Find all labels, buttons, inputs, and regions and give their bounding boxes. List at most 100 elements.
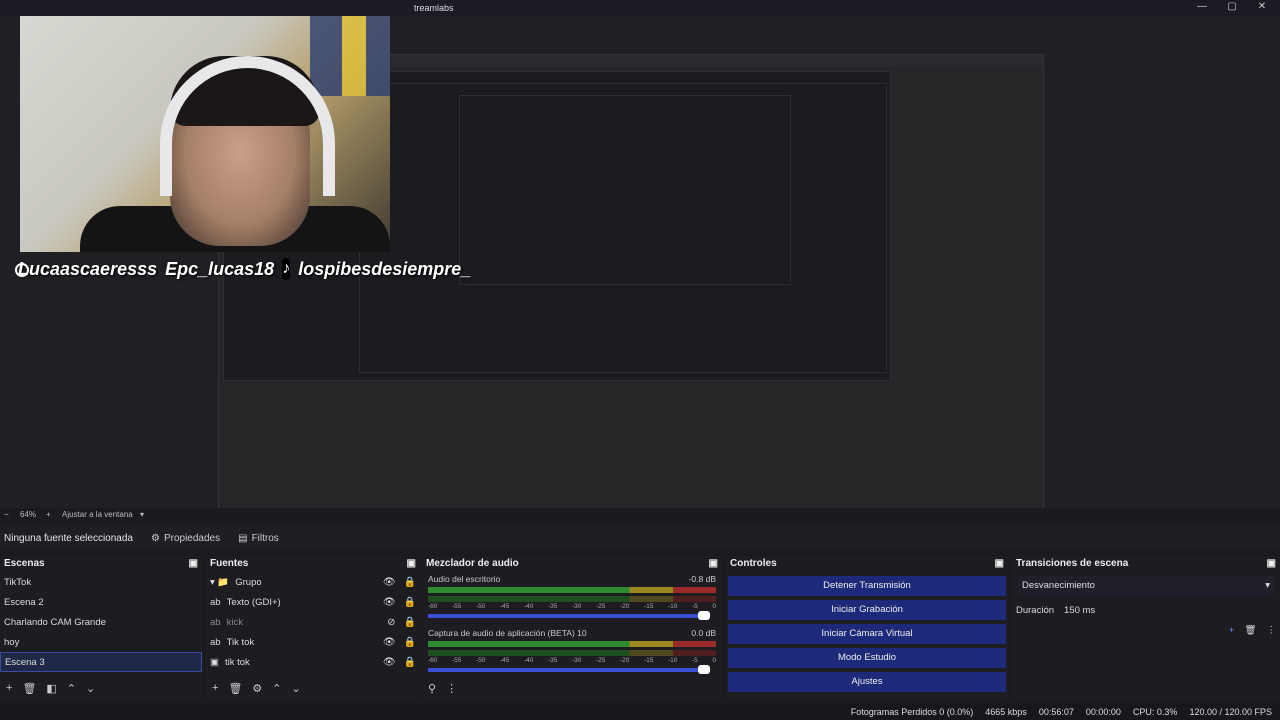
more-icon[interactable]: ⋮ bbox=[1267, 625, 1277, 636]
channel-name: Captura de audio de aplicación (BETA) 10 bbox=[428, 628, 587, 638]
scale-tick: 0 bbox=[712, 603, 716, 610]
minimize-button[interactable]: — bbox=[1186, 0, 1218, 14]
source-label: Tik tok bbox=[226, 636, 255, 648]
more-icon[interactable]: ⋮ bbox=[446, 682, 457, 696]
trash-icon[interactable]: 🗑 bbox=[228, 682, 242, 696]
fit-window-button[interactable]: Ajustar a la ventana bbox=[62, 510, 133, 519]
source-item[interactable]: ab Texto (GDI+) 👁 🔒 bbox=[206, 592, 420, 612]
source-item[interactable]: ▾ 📁 Grupo 👁 🔒 bbox=[206, 572, 420, 592]
add-icon[interactable]: + bbox=[212, 682, 218, 696]
social-overlay: Lucaascaeresss Epc_lucas18 ♪ lospibesdes… bbox=[0, 252, 471, 286]
settings-button[interactable]: Ajustes bbox=[728, 672, 1006, 692]
sources-dock: Fuentes ▣ ▾ 📁 Grupo 👁 🔒 ab Texto (GDI+) 👁 🔒 ab k… bbox=[206, 556, 420, 700]
link-icon[interactable]: ⚲ bbox=[428, 682, 436, 696]
controls-dock: Controles ▣ Detener Transmisión Iniciar G… bbox=[726, 556, 1008, 700]
eye-icon[interactable]: 👁 bbox=[383, 657, 396, 668]
volume-slider[interactable] bbox=[428, 611, 710, 620]
eye-icon[interactable]: 👁 bbox=[383, 597, 396, 608]
chevron-up-icon[interactable]: ⌃ bbox=[67, 682, 76, 696]
trash-icon[interactable]: 🗑 bbox=[22, 682, 36, 696]
add-icon[interactable]: + bbox=[6, 682, 12, 696]
scene-item-selected[interactable]: Escena 3 bbox=[0, 652, 202, 672]
window-title: treamlabs bbox=[414, 3, 454, 13]
volume-meter bbox=[428, 596, 716, 602]
eye-hidden-icon[interactable]: ⊘ bbox=[387, 617, 395, 628]
image-icon: ▣ bbox=[210, 656, 219, 668]
scene-item[interactable]: TikTok bbox=[0, 572, 202, 592]
scale-tick: -35 bbox=[548, 657, 558, 664]
source-item[interactable]: ab Tik tok 👁 🔒 bbox=[206, 632, 420, 652]
webcam-feed bbox=[20, 16, 390, 252]
dock-menu-icon[interactable]: ▣ bbox=[1267, 558, 1276, 570]
scale-tick: -55 bbox=[452, 657, 462, 664]
selected-source-label: Ninguna fuente seleccionada bbox=[4, 532, 133, 544]
text-icon: ab bbox=[210, 636, 221, 648]
dock-menu-icon[interactable]: ▣ bbox=[407, 558, 416, 570]
chevron-up-icon[interactable]: ⌃ bbox=[272, 682, 281, 696]
lock-icon[interactable]: 🔒 bbox=[404, 577, 416, 588]
lock-icon[interactable]: 🔒 bbox=[404, 637, 416, 648]
chevron-down-icon[interactable]: ⌄ bbox=[292, 682, 301, 696]
scale-tick: -35 bbox=[548, 603, 558, 610]
scale-tick: -50 bbox=[476, 603, 486, 610]
channel-name: Audio del escritorio bbox=[428, 574, 501, 584]
scale-tick: -40 bbox=[524, 603, 534, 610]
lock-icon[interactable]: 🔒 bbox=[404, 657, 416, 668]
scene-item[interactable]: Charlando CAM Grande bbox=[0, 612, 202, 632]
scale-tick: -20 bbox=[620, 603, 630, 610]
tiktok-icon: ♪ bbox=[282, 258, 291, 280]
close-button[interactable]: ✕ bbox=[1246, 0, 1278, 14]
eye-icon[interactable]: 👁 bbox=[383, 577, 396, 588]
properties-button[interactable]: ⚙ Propiedades bbox=[151, 533, 220, 544]
lock-icon[interactable]: 🔒 bbox=[404, 617, 416, 628]
volume-slider[interactable] bbox=[428, 665, 710, 674]
flag bbox=[310, 16, 390, 96]
controls-header: Controles ▣ bbox=[726, 556, 1008, 572]
meter-scale: -60 -55 -50 -45 -40 -35 -30 -25 -20 -15 -10 -5 0 bbox=[428, 603, 716, 610]
add-icon[interactable]: + bbox=[1229, 625, 1235, 636]
dock-menu-icon[interactable]: ▣ bbox=[709, 558, 718, 570]
chevron-down-icon[interactable]: ▾ bbox=[140, 510, 144, 519]
scene-item[interactable]: Escena 2 bbox=[0, 592, 202, 612]
status-bar: Fotogramas Perdidos 0 (0.0%) 4665 kbps 0… bbox=[0, 704, 1280, 720]
source-item[interactable]: ab kick ⊘ 🔒 bbox=[206, 612, 420, 632]
eye-icon[interactable]: 👁 bbox=[383, 637, 396, 648]
dock-menu-icon[interactable]: ▣ bbox=[995, 558, 1004, 570]
source-item[interactable]: ▣ tik tok 👁 🔒 bbox=[206, 652, 420, 672]
scale-tick: -15 bbox=[644, 657, 654, 664]
zoom-value: 64% bbox=[20, 510, 37, 519]
recording-time: 00:00:00 bbox=[1085, 707, 1121, 717]
stream-time: 00:56:07 bbox=[1038, 707, 1074, 717]
properties-bar: Ninguna fuente seleccionada ⚙ Propiedades… bbox=[0, 526, 1280, 550]
scale-tick: -5 bbox=[692, 657, 698, 664]
meter-scale: -60 -55 -50 -45 -40 -35 -30 -25 -20 -15 -10 -5 0 bbox=[428, 657, 716, 664]
filters-button[interactable]: ▤ Filtros bbox=[238, 533, 279, 544]
transitions-header: Transiciones de escena ▣ bbox=[1012, 556, 1280, 572]
start-recording-button[interactable]: Iniciar Grabación bbox=[728, 600, 1006, 620]
zoom-out-button[interactable]: − bbox=[4, 510, 9, 519]
filter-icon[interactable]: ◧ bbox=[46, 682, 56, 696]
maximize-button[interactable]: ▢ bbox=[1216, 0, 1248, 14]
studio-mode-button[interactable]: Modo Estudio bbox=[728, 648, 1006, 668]
dropped-frames: Fotogramas Perdidos 0 (0.0%) bbox=[850, 707, 974, 717]
trash-icon[interactable]: 🗑 bbox=[1244, 625, 1256, 636]
gear-icon[interactable]: ⚙ bbox=[252, 682, 262, 696]
scale-tick: -45 bbox=[500, 603, 510, 610]
filter-icon: ▤ bbox=[238, 532, 248, 544]
dock-menu-icon[interactable]: ▣ bbox=[189, 558, 198, 570]
mixer-title: Mezclador de audio bbox=[426, 558, 519, 569]
mixer-toolbar: ⚲ ⋮ bbox=[422, 678, 722, 700]
chevron-down-icon[interactable]: ⌄ bbox=[86, 682, 95, 696]
duration-input[interactable]: 150 ms bbox=[1064, 605, 1095, 616]
source-label: Texto (GDI+) bbox=[226, 596, 281, 608]
volume-meter bbox=[428, 641, 716, 647]
transition-select[interactable]: Desvanecimiento ▾ bbox=[1018, 576, 1274, 596]
social-handle-3: lospibesdesiempre_ bbox=[298, 258, 472, 279]
stop-stream-button[interactable]: Detener Transmisión bbox=[728, 576, 1006, 596]
scene-item[interactable]: hoy bbox=[0, 632, 202, 652]
virtual-camera-button[interactable]: Iniciar Cámara Virtual bbox=[728, 624, 1006, 644]
source-label: tik tok bbox=[224, 656, 250, 668]
zoom-in-button[interactable]: + bbox=[46, 510, 51, 519]
lock-icon[interactable]: 🔒 bbox=[404, 597, 416, 608]
scenes-title: Escenas bbox=[4, 558, 45, 569]
